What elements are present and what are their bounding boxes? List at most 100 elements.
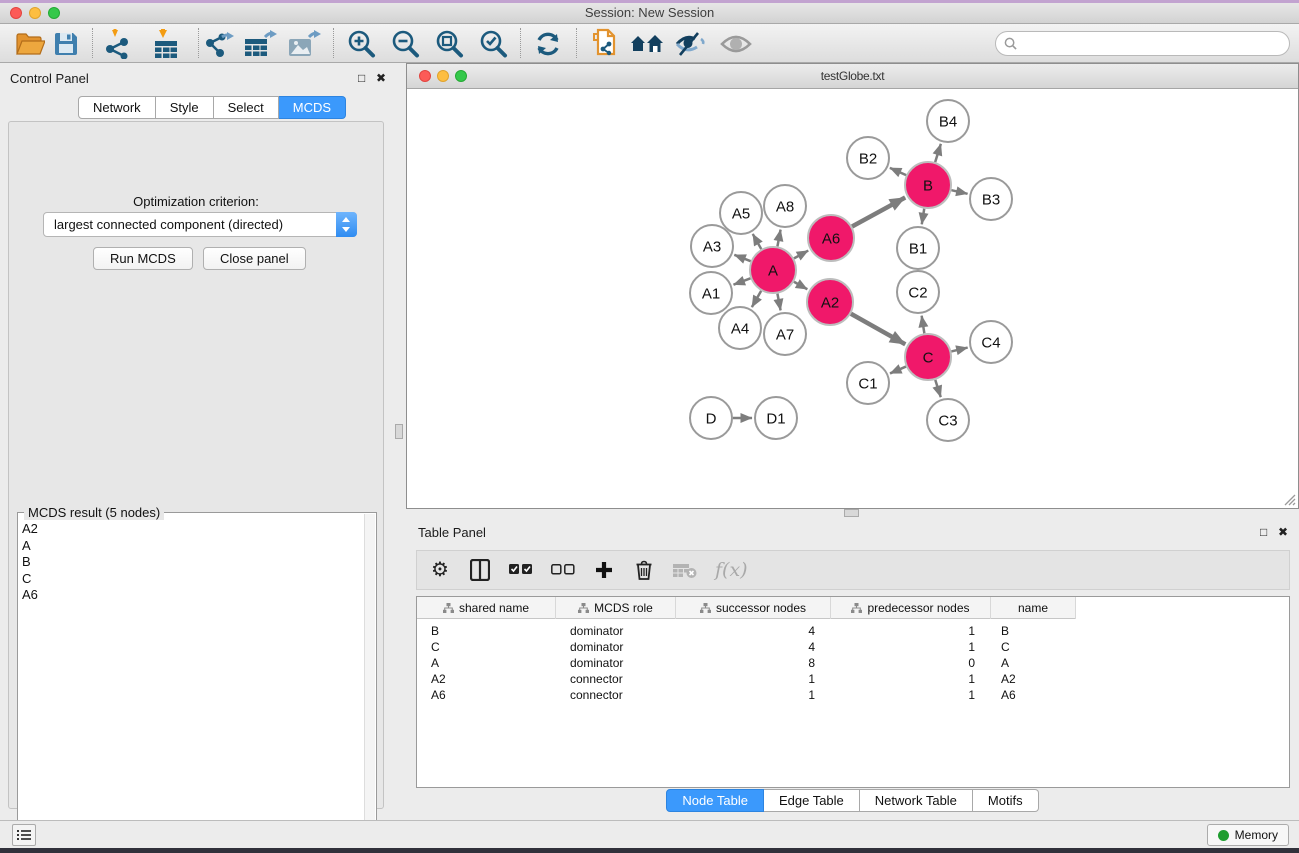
table-cell[interactable]: A6 xyxy=(991,687,1076,703)
network-window-titlebar[interactable]: testGlobe.txt xyxy=(407,64,1298,89)
select-all-icon[interactable] xyxy=(509,557,533,583)
close-table-panel-icon[interactable]: ✖ xyxy=(1278,526,1288,538)
hide-details-icon[interactable] xyxy=(673,27,707,61)
table-cell[interactable]: 4 xyxy=(676,639,831,655)
first-neighbors-icon[interactable] xyxy=(630,27,664,61)
export-network-icon[interactable] xyxy=(201,27,235,61)
close-panel-icon[interactable]: ✖ xyxy=(376,72,386,84)
clone-network-icon[interactable] xyxy=(588,27,622,61)
tab-network[interactable]: Network xyxy=(78,96,156,119)
delete-column-icon[interactable] xyxy=(633,557,655,583)
search-field[interactable] xyxy=(995,31,1290,56)
tab-style[interactable]: Style xyxy=(156,96,214,119)
add-column-icon[interactable] xyxy=(593,557,615,583)
zoom-fit-icon[interactable] xyxy=(432,27,466,61)
graph-edge-A-A8[interactable] xyxy=(777,230,780,247)
graph-edge-B-B1[interactable] xyxy=(922,209,924,225)
criterion-dropdown[interactable]: largest connected component (directed) xyxy=(43,212,357,237)
tab-mcds[interactable]: MCDS xyxy=(279,96,346,119)
task-history-button[interactable] xyxy=(12,824,36,846)
table-cell[interactable]: 1 xyxy=(831,639,991,655)
function-builder-icon[interactable]: f(x) xyxy=(715,557,748,583)
table-row[interactable]: Cdominator41C xyxy=(417,639,1289,655)
show-details-icon[interactable] xyxy=(719,27,753,61)
table-cell[interactable]: A xyxy=(991,655,1076,671)
list-item[interactable]: C xyxy=(22,571,362,588)
table-cell[interactable]: 8 xyxy=(676,655,831,671)
table-cell[interactable]: A2 xyxy=(991,671,1076,687)
list-item[interactable]: A xyxy=(22,538,362,555)
float-panel-icon[interactable]: □ xyxy=(358,72,365,84)
list-item[interactable]: B xyxy=(22,554,362,571)
table-cell[interactable]: A6 xyxy=(417,687,556,703)
table-row[interactable]: Adominator80A xyxy=(417,655,1289,671)
network-canvas[interactable]: B4B2BB3A5A8A6A3B1AA1C2A2A4A7C4CC1C3DD1 xyxy=(407,89,1298,508)
list-item[interactable]: A2 xyxy=(22,521,362,538)
column-header-MCDS-role[interactable]: MCDS role xyxy=(556,597,676,619)
zoom-selected-icon[interactable] xyxy=(476,27,510,61)
vertical-splitter-handle[interactable] xyxy=(395,424,403,439)
tab-network-table[interactable]: Network Table xyxy=(860,789,973,812)
tab-edge-table[interactable]: Edge Table xyxy=(764,789,860,812)
table-row[interactable]: Bdominator41B xyxy=(417,623,1289,639)
table-cell[interactable]: 4 xyxy=(676,623,831,639)
table-cell[interactable]: dominator xyxy=(556,655,676,671)
table-cell[interactable]: dominator xyxy=(556,623,676,639)
table-cell[interactable]: C xyxy=(991,639,1076,655)
graph-edge-A-A5[interactable] xyxy=(753,234,762,249)
zoom-in-icon[interactable] xyxy=(344,27,378,61)
graph-edge-B-B3[interactable] xyxy=(951,190,967,194)
graph-edge-B-B4[interactable] xyxy=(935,144,941,162)
list-item[interactable]: A6 xyxy=(22,587,362,604)
tab-motifs[interactable]: Motifs xyxy=(973,789,1039,812)
tab-node-table[interactable]: Node Table xyxy=(666,789,764,812)
graph-edge-A2-C[interactable] xyxy=(851,314,905,345)
table-cell[interactable]: 1 xyxy=(676,671,831,687)
graph-edge-A-A3[interactable] xyxy=(734,255,750,261)
graph-edge-A-A2[interactable] xyxy=(794,282,807,290)
graph-edge-B-B2[interactable] xyxy=(890,168,906,175)
export-image-icon[interactable] xyxy=(287,27,321,61)
run-mcds-button[interactable]: Run MCDS xyxy=(93,247,193,270)
table-cell[interactable]: 1 xyxy=(831,687,991,703)
table-cell[interactable]: B xyxy=(991,623,1076,639)
table-cell[interactable]: 0 xyxy=(831,655,991,671)
table-cell[interactable]: A xyxy=(417,655,556,671)
column-header-name[interactable]: name xyxy=(991,597,1076,619)
export-table-icon[interactable] xyxy=(243,27,277,61)
graph-edge-A-A6[interactable] xyxy=(794,251,808,259)
table-cell[interactable]: connector xyxy=(556,671,676,687)
delete-table-icon[interactable] xyxy=(673,557,697,583)
deselect-all-icon[interactable] xyxy=(551,557,575,583)
split-columns-icon[interactable] xyxy=(469,557,491,583)
table-cell[interactable]: 1 xyxy=(831,671,991,687)
save-session-icon[interactable] xyxy=(49,27,83,61)
resize-grip-icon[interactable] xyxy=(1282,492,1296,506)
graph-edge-C-C4[interactable] xyxy=(951,348,967,352)
refresh-icon[interactable] xyxy=(531,27,565,61)
table-cell[interactable]: C xyxy=(417,639,556,655)
column-header-predecessor-nodes[interactable]: predecessor nodes xyxy=(831,597,991,619)
table-cell[interactable]: A2 xyxy=(417,671,556,687)
table-cell[interactable]: dominator xyxy=(556,639,676,655)
graph-edge-C-C2[interactable] xyxy=(922,316,925,334)
table-cell[interactable]: B xyxy=(417,623,556,639)
graph-edge-A-A4[interactable] xyxy=(752,291,761,307)
horizontal-splitter-handle[interactable] xyxy=(844,509,859,517)
graph-edge-A-A1[interactable] xyxy=(734,278,751,284)
graph-edge-A6-B[interactable] xyxy=(852,197,905,226)
table-cell[interactable]: connector xyxy=(556,687,676,703)
close-panel-button[interactable]: Close panel xyxy=(203,247,306,270)
column-header-shared-name[interactable]: shared name xyxy=(417,597,556,619)
table-cell[interactable]: 1 xyxy=(831,623,991,639)
graph-edge-C-C1[interactable] xyxy=(890,367,906,374)
list-scrollbar[interactable] xyxy=(364,514,375,850)
tab-select[interactable]: Select xyxy=(214,96,279,119)
table-row[interactable]: A6connector11A6 xyxy=(417,687,1289,703)
table-cell[interactable]: 1 xyxy=(676,687,831,703)
import-table-icon[interactable] xyxy=(149,27,183,61)
graph-edge-C-C3[interactable] xyxy=(935,380,940,397)
table-row[interactable]: A2connector11A2 xyxy=(417,671,1289,687)
gear-icon[interactable]: ⚙ xyxy=(429,557,451,583)
column-header-successor-nodes[interactable]: successor nodes xyxy=(676,597,831,619)
